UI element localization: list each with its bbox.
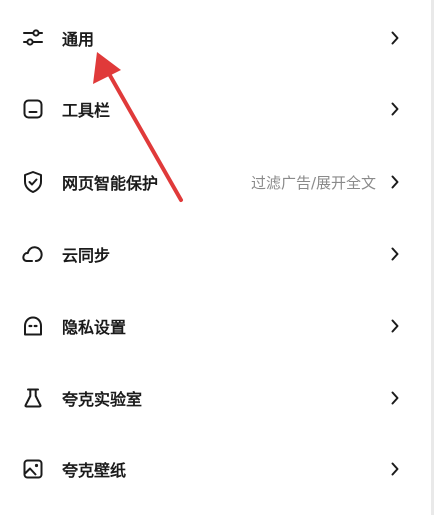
settings-item-label: 工具栏 — [62, 101, 111, 120]
settings-item-wallpaper[interactable]: 夸克壁纸 — [0, 437, 434, 501]
settings-item-lab[interactable]: 夸克实验室 — [0, 366, 434, 430]
shield-check-icon — [20, 169, 46, 195]
settings-item-cloud-sync[interactable]: 云同步 — [0, 222, 434, 286]
image-icon — [20, 456, 46, 482]
settings-item-label: 夸克实验室 — [62, 390, 143, 409]
settings-item-label: 通用 — [62, 30, 95, 49]
chevron-right-icon — [390, 101, 400, 117]
settings-item-label: 网页智能保护 — [62, 174, 159, 193]
flask-icon — [20, 385, 46, 411]
chevron-right-icon — [390, 318, 400, 334]
chevron-right-icon — [390, 461, 400, 477]
chevron-right-icon — [390, 390, 400, 406]
privacy-mask-icon — [20, 313, 46, 339]
chevron-right-icon — [390, 30, 400, 46]
sliders-icon — [20, 25, 46, 51]
settings-item-label: 夸克壁纸 — [62, 461, 127, 480]
chevron-right-icon — [390, 174, 400, 190]
settings-item-toolbar[interactable]: 工具栏 — [0, 77, 434, 141]
settings-item-privacy[interactable]: 隐私设置 — [0, 294, 434, 358]
settings-item-web-protection[interactable]: 网页智能保护 过滤广告/展开全文 — [0, 150, 434, 214]
cloud-icon — [20, 241, 46, 267]
settings-item-label: 隐私设置 — [62, 318, 127, 337]
settings-menu: 通用 工具栏 网页智能保护 过滤广告/展开全文 云同步 隐私设置 夸克实验室 夸… — [0, 0, 434, 515]
chevron-right-icon — [390, 246, 400, 262]
settings-item-general[interactable]: 通用 — [0, 6, 434, 70]
settings-item-label: 云同步 — [62, 246, 111, 265]
toolbar-icon — [20, 96, 46, 122]
settings-item-description: 过滤广告/展开全文 — [250, 173, 376, 192]
